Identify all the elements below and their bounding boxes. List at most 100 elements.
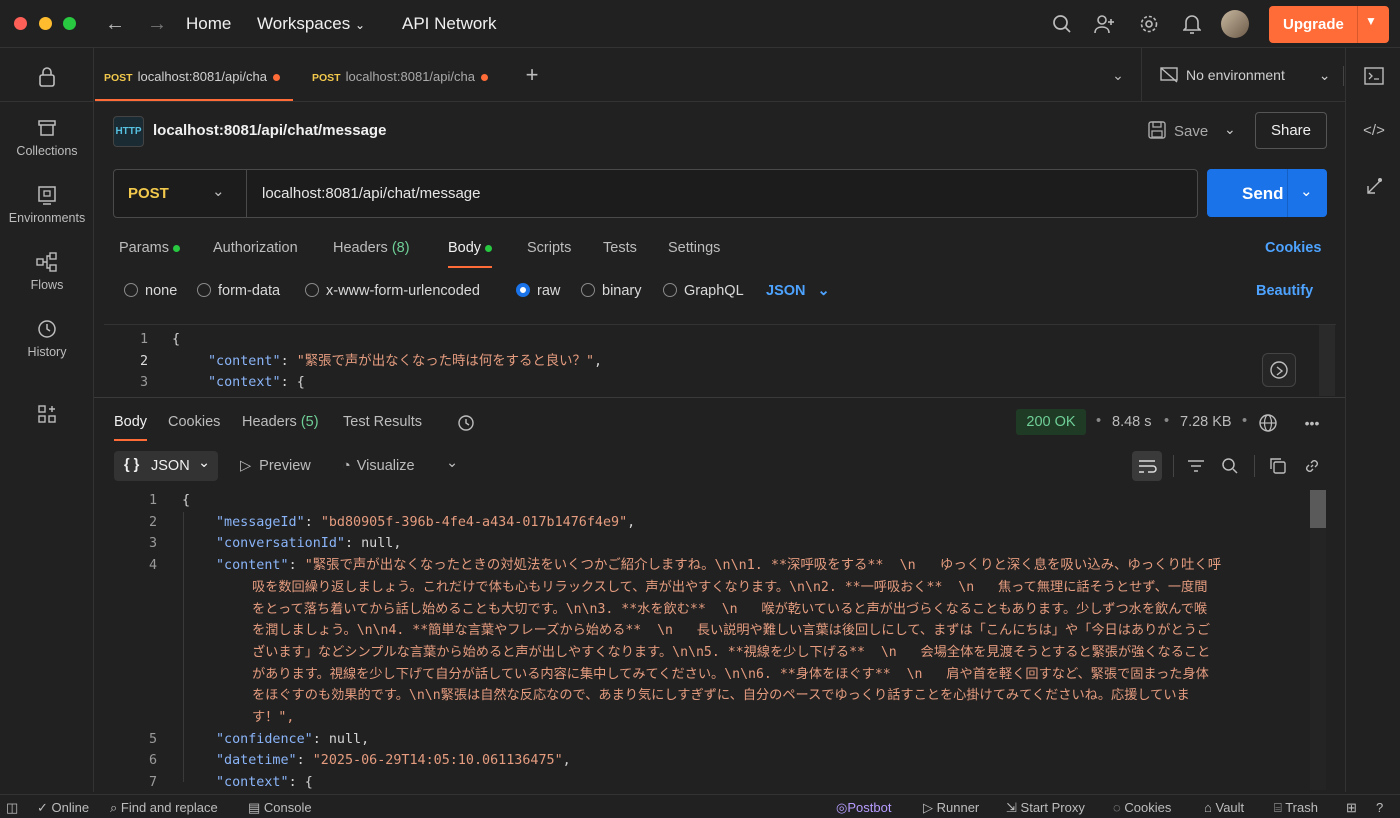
- link-icon[interactable]: [1300, 454, 1324, 478]
- copy-icon[interactable]: [1266, 454, 1290, 478]
- sidebar-item-collections[interactable]: Collections: [0, 118, 94, 158]
- postbot-magic-icon[interactable]: [1262, 353, 1296, 387]
- vault-button[interactable]: ⌂ Vault: [1204, 800, 1244, 815]
- history-icon[interactable]: [455, 412, 477, 434]
- response-size: 7.28 KB: [1180, 414, 1232, 430]
- tab-settings[interactable]: Settings: [668, 240, 720, 256]
- tab-scripts[interactable]: Scripts: [527, 240, 571, 256]
- preview-button[interactable]: ▷ Preview: [240, 458, 311, 474]
- add-widgets-icon[interactable]: [36, 403, 58, 425]
- more-options-icon[interactable]: •••: [1300, 411, 1324, 435]
- save-button[interactable]: Save: [1148, 121, 1208, 143]
- bell-icon[interactable]: [1180, 12, 1204, 36]
- code-icon[interactable]: </>: [1363, 119, 1385, 141]
- new-tab-plus-icon[interactable]: +: [521, 62, 543, 87]
- console-button[interactable]: ▤ Console: [248, 800, 312, 816]
- code-line: "confidence": null,: [216, 731, 370, 747]
- find-and-replace-button[interactable]: ⌕ Find and replace: [110, 800, 218, 816]
- sidebar-item-history[interactable]: History: [0, 319, 94, 359]
- scrollbar[interactable]: [1310, 490, 1326, 790]
- postbot-button[interactable]: ◎Postbot: [836, 800, 891, 816]
- search-icon[interactable]: [1218, 454, 1242, 478]
- sidebar-item-environments[interactable]: Environments: [0, 185, 94, 225]
- radio-none[interactable]: none: [124, 283, 177, 299]
- json-key: "context": [216, 775, 289, 790]
- response-tab-headers[interactable]: Headers (5): [242, 414, 319, 430]
- share-button[interactable]: Share: [1255, 112, 1327, 149]
- method-select[interactable]: POST ⌄: [114, 170, 247, 217]
- forward-arrow-icon[interactable]: →: [146, 12, 168, 36]
- request-title[interactable]: localhost:8081/api/chat/message: [153, 122, 386, 139]
- status-dot: [173, 244, 180, 252]
- settings-gear-icon[interactable]: [1137, 12, 1161, 36]
- radio-raw[interactable]: raw: [516, 283, 560, 299]
- response-tab-body[interactable]: Body: [114, 414, 148, 441]
- radio-binary[interactable]: binary: [581, 283, 642, 299]
- chevron-down-icon[interactable]: ▼: [1365, 14, 1377, 28]
- response-tab-test-results[interactable]: Test Results: [343, 414, 422, 430]
- nav-home[interactable]: Home: [186, 14, 231, 34]
- search-icon[interactable]: [1050, 12, 1074, 36]
- response-body-viewer[interactable]: 1 { 2 "messageId": "bd80905f-396b-4fe4-a…: [104, 490, 1329, 790]
- chevron-down-icon[interactable]: ⌄: [1300, 182, 1313, 200]
- line-number: 6: [148, 753, 157, 769]
- tab-tests[interactable]: Tests: [603, 240, 637, 256]
- tab-body[interactable]: Body: [448, 240, 493, 268]
- radio-urlencoded[interactable]: x-www-form-urlencoded: [305, 283, 480, 299]
- tab-request-1[interactable]: POST localhost:8081/api/cha: [95, 48, 293, 101]
- check-circle-icon: ✓: [37, 800, 48, 815]
- tab-params[interactable]: Params: [119, 240, 180, 256]
- minimize-window-button[interactable]: [39, 17, 52, 30]
- response-format-select[interactable]: { } JSON ⌄: [114, 451, 218, 481]
- runner-button[interactable]: ▷ Runner: [923, 800, 979, 816]
- filter-icon[interactable]: [1184, 454, 1208, 478]
- tab-method: POST: [104, 72, 133, 84]
- chevron-down-icon: ⌄: [354, 18, 366, 32]
- trash-button[interactable]: ⌸ Trash: [1274, 800, 1318, 816]
- close-window-button[interactable]: [14, 17, 27, 30]
- environment-selector[interactable]: No environment ⌄: [1160, 67, 1330, 86]
- save-options-chevron-icon[interactable]: ⌄: [1224, 121, 1236, 138]
- send-button[interactable]: Send ⌄: [1207, 169, 1327, 217]
- online-status[interactable]: ✓ Online: [37, 800, 89, 816]
- sidebar-item-flows[interactable]: Flows: [0, 252, 94, 292]
- tabs-dropdown-chevron-icon[interactable]: ⌄: [1107, 64, 1129, 86]
- avatar[interactable]: [1221, 10, 1249, 38]
- cookie-icon: ◌: [1113, 800, 1121, 815]
- scrollbar[interactable]: [1319, 325, 1335, 396]
- save-icon: [1148, 121, 1166, 143]
- upgrade-button[interactable]: Upgrade ▼: [1269, 6, 1389, 43]
- body-format-select[interactable]: JSON ⌄: [766, 283, 830, 299]
- radio-graphql[interactable]: GraphQL: [663, 283, 744, 299]
- nav-workspaces-label: Workspaces: [257, 14, 351, 33]
- radio-label: none: [145, 283, 178, 299]
- cookies-link[interactable]: Cookies: [1265, 240, 1321, 256]
- help-icon[interactable]: ?: [1376, 800, 1383, 815]
- visualize-button[interactable]: ◔ Visualize: [342, 458, 415, 474]
- lock-icon[interactable]: [36, 66, 58, 88]
- toggle-sidebar-icon[interactable]: ◫: [6, 800, 18, 816]
- back-arrow-icon[interactable]: ←: [104, 12, 126, 36]
- scrollbar-thumb[interactable]: [1310, 490, 1326, 528]
- environment-quick-look-icon[interactable]: [1363, 65, 1385, 87]
- visualize-chevron-icon[interactable]: ⌄: [446, 455, 458, 471]
- layout-icon[interactable]: ⊞: [1346, 800, 1357, 816]
- tab-headers[interactable]: Headers (8): [333, 240, 410, 256]
- response-tab-cookies[interactable]: Cookies: [168, 414, 220, 430]
- add-user-icon[interactable]: [1093, 12, 1117, 36]
- start-proxy-button[interactable]: ⇲ Start Proxy: [1006, 800, 1085, 816]
- url-input[interactable]: [252, 176, 1182, 211]
- globe-icon[interactable]: [1256, 411, 1280, 435]
- radio-form-data[interactable]: form-data: [197, 283, 280, 299]
- nav-api-network[interactable]: API Network: [402, 14, 496, 34]
- tab-request-2[interactable]: POST localhost:8081/api/cha: [303, 48, 503, 101]
- tab-authorization[interactable]: Authorization: [213, 240, 298, 256]
- wrap-lines-icon[interactable]: [1132, 451, 1162, 481]
- cookies-button[interactable]: ◌ Cookies: [1113, 800, 1171, 815]
- request-body-editor[interactable]: 1 { 2 "content": "緊張で声が出なくなった時は何をすると良い？"…: [104, 324, 1336, 396]
- nav-workspaces[interactable]: Workspaces ⌄: [257, 14, 365, 34]
- visualize-label: Visualize: [356, 458, 415, 474]
- beautify-link[interactable]: Beautify: [1256, 283, 1313, 299]
- related-collections-icon[interactable]: [1363, 176, 1385, 198]
- maximize-window-button[interactable]: [63, 17, 76, 30]
